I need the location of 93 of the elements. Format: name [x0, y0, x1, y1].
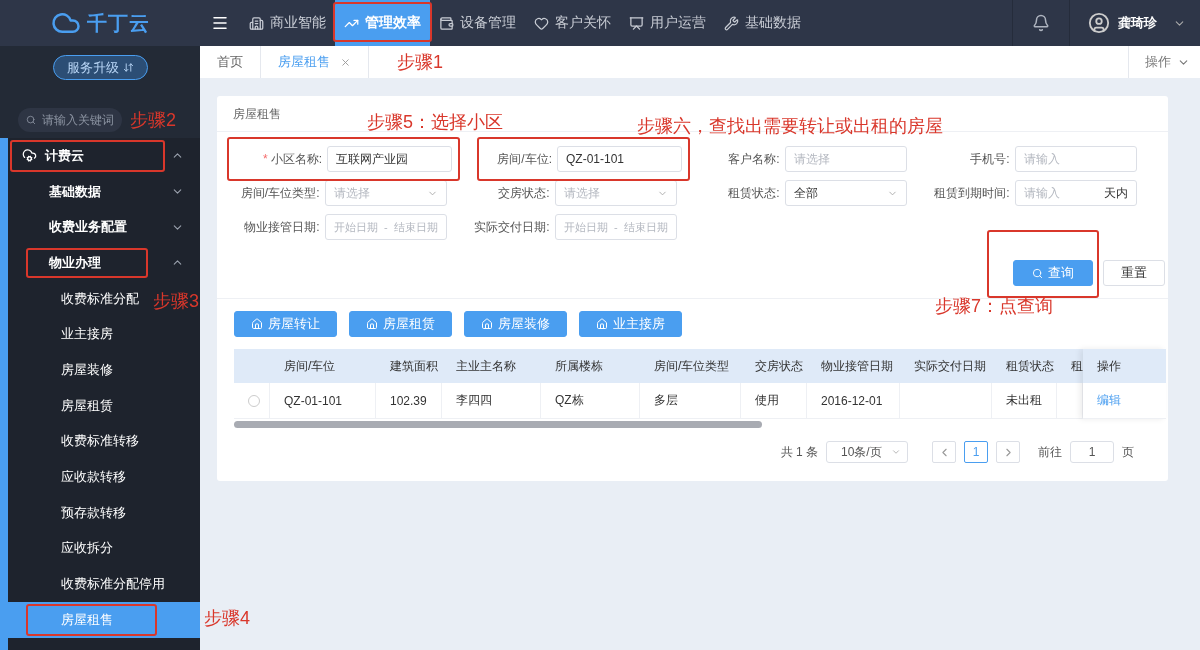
step-label: 步骤六，查找出需要转让或出租的房屋 — [637, 115, 943, 138]
search-icon — [26, 114, 36, 126]
sidebar-item[interactable]: 房屋租赁 — [8, 387, 129, 424]
total-count: 共 1 条 — [780, 443, 818, 461]
prev-page-button[interactable] — [932, 441, 956, 463]
step-label: 步骤4 — [204, 606, 250, 630]
wallet-icon — [439, 15, 454, 31]
tabs-menu[interactable]: 操作 — [1128, 46, 1200, 78]
nav-tab[interactable]: 基础数据 — [715, 0, 810, 46]
user-name[interactable]: 龚琦珍 — [1118, 14, 1157, 32]
column-header: 所属楼栋 — [541, 349, 640, 383]
page-tab[interactable]: 首页 — [200, 46, 261, 78]
search-field[interactable]: 请输入关键词 — [18, 108, 122, 132]
close-icon[interactable] — [340, 56, 351, 68]
sidebar-item[interactable]: 收费业务配置 — [8, 209, 200, 246]
field-label: 交房状态: — [497, 184, 550, 202]
column-header: 租 — [1057, 349, 1083, 383]
table-cell: 使用 — [741, 383, 807, 419]
table-cell: 多层 — [640, 383, 741, 419]
input-field[interactable]: 请输入 天内 — [1014, 180, 1137, 206]
column-header: 操作 — [1083, 349, 1166, 383]
field-label: 租赁到期时间: — [933, 184, 1010, 202]
table-cell: 未出租 — [992, 383, 1057, 419]
table-cell: QZ-01-101 — [270, 383, 376, 419]
field-label: 租赁状态: — [727, 184, 780, 202]
column-header: 交房状态 — [741, 349, 807, 383]
goto-label: 前往 — [1038, 443, 1062, 461]
menu-icon[interactable] — [211, 14, 229, 32]
table-header — [234, 349, 270, 383]
avatar-icon — [1088, 12, 1110, 34]
heart-icon — [534, 15, 549, 31]
field-label: 手机号: — [969, 150, 1010, 168]
column-header: 租赁状态 — [992, 349, 1057, 383]
input-field[interactable]: 互联网产业园 — [327, 146, 452, 172]
search-icon — [1032, 267, 1043, 279]
upgrade-button[interactable]: 服务升级 — [52, 55, 148, 80]
select-field[interactable]: 全部 — [784, 180, 907, 206]
bell-icon[interactable] — [1032, 14, 1050, 32]
sidebar-item[interactable]: 预存款转移 — [8, 494, 142, 531]
sidebar-item[interactable]: 收费标准分配停用 — [8, 566, 181, 602]
step-label: 步骤1 — [397, 51, 443, 74]
house-icon — [596, 318, 608, 330]
sidebar-item[interactable]: 收费标准分配 — [8, 280, 155, 317]
step-label: 步骤5：选择小区 — [367, 111, 503, 134]
column-header: 房间/车位类型 — [640, 349, 741, 383]
arrows-icon — [122, 62, 134, 73]
field-label: * 小区名称: — [262, 150, 322, 168]
field-label: 房间/车位类型: — [239, 184, 320, 202]
table-cell: 李四四 — [442, 383, 541, 419]
step-label: 步骤3 — [153, 289, 199, 313]
presentation-icon — [629, 15, 644, 31]
column-header: 物业接管日期 — [807, 349, 900, 383]
step-label: 步骤7：点查询 — [935, 295, 1053, 318]
field-label: 物业接管日期: — [243, 218, 320, 236]
field-label: 实际交付日期: — [473, 218, 550, 236]
column-header: 主业主名称 — [442, 349, 541, 383]
page-size-select[interactable]: 10条/页 — [826, 441, 908, 463]
page-suffix: 页 — [1122, 443, 1134, 461]
wrench-icon — [724, 15, 739, 31]
table-cell: 102.39 — [376, 383, 442, 419]
table-cell: QZ栋 — [541, 383, 640, 419]
nav-tab[interactable]: 设备管理 — [430, 0, 525, 46]
sidebar-item[interactable]: 业主接房 — [8, 316, 129, 353]
house-icon — [481, 318, 493, 330]
field-label: 客户名称: — [727, 150, 780, 168]
row-radio[interactable] — [248, 394, 260, 407]
building-icon — [249, 15, 264, 31]
goto-field[interactable]: 1 — [1070, 441, 1114, 463]
sidebar-item[interactable]: 基础数据 — [8, 173, 200, 210]
column-header: 建筑面积 — [376, 349, 442, 383]
sidebar-item[interactable]: 应收款转移 — [8, 459, 142, 495]
sidebar-item[interactable]: 收费标准转移 — [8, 423, 155, 460]
house-icon — [366, 318, 378, 330]
cloud-icon — [22, 148, 37, 164]
sidebar-item[interactable]: 应收拆分 — [8, 530, 129, 567]
sidebar-item[interactable]: 物业办理 — [8, 245, 200, 281]
table-cell: 2016-12-01 — [807, 383, 900, 419]
house-icon — [251, 318, 263, 330]
caret-icon — [891, 447, 901, 457]
sidebar-item[interactable]: 房屋装修 — [8, 352, 129, 388]
column-header: 实际交付日期 — [900, 349, 992, 383]
sidebar-item[interactable]: 计费云 — [8, 138, 200, 174]
nav-tab[interactable]: 客户关怀 — [525, 0, 620, 46]
step-label: 步骤2 — [130, 109, 176, 132]
nav-tab[interactable]: 商业智能 — [240, 0, 335, 46]
next-page-button[interactable] — [996, 441, 1020, 463]
nav-tab[interactable]: 用户运营 — [620, 0, 715, 46]
column-header: 房间/车位 — [270, 349, 376, 383]
input-field[interactable]: QZ-01-101 — [557, 146, 682, 172]
scrollbar[interactable] — [234, 421, 762, 428]
brand-name: 千丁云 — [86, 10, 150, 36]
field-label: 房间/车位: — [496, 150, 552, 168]
reset-button[interactable]: 重置 — [1103, 260, 1165, 286]
